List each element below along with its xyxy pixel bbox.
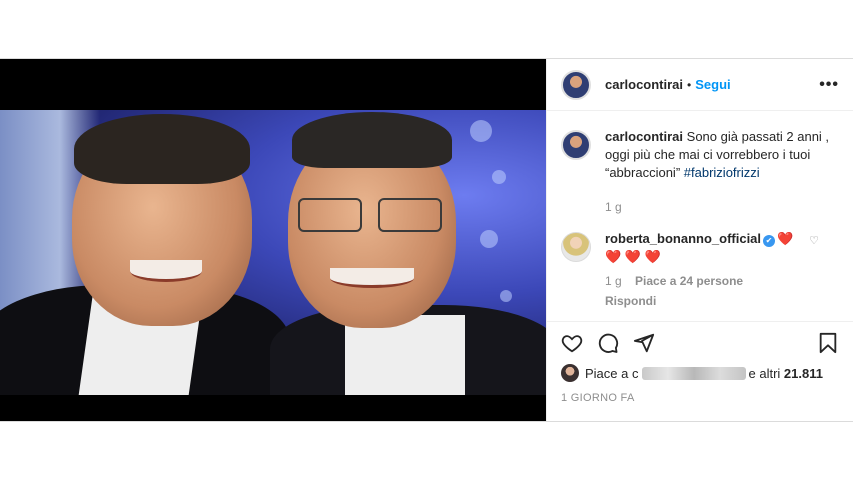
caption-avatar[interactable]: [561, 130, 591, 160]
caption-hashtag[interactable]: #fabriziofrizzi: [684, 165, 760, 180]
caption: carlocontirai Sono già passati 2 anni , …: [561, 128, 839, 216]
comment-time[interactable]: 1 g: [605, 274, 622, 288]
post-timestamp[interactable]: 1 GIORNO FA: [561, 392, 839, 404]
photo-bokeh: [480, 230, 498, 248]
separator-dot: •: [687, 77, 692, 92]
likes-suffix: e altri: [748, 365, 781, 381]
comment-likes[interactable]: Piace a 24 persone: [635, 274, 743, 288]
follow-button[interactable]: Segui: [695, 77, 730, 92]
author-username[interactable]: carlocontirai: [605, 77, 683, 92]
photo-bokeh: [470, 120, 492, 142]
photo-bokeh: [492, 170, 506, 184]
post-photo[interactable]: [0, 110, 546, 395]
more-options-icon[interactable]: •••: [819, 76, 839, 94]
heart-icon[interactable]: [561, 332, 583, 354]
post-actions: Piace a c e altri 21.811 1 GIORNO FA: [547, 321, 853, 404]
comments-section: carlocontirai Sono già passati 2 anni , …: [547, 112, 853, 320]
post-media[interactable]: [0, 59, 546, 421]
comment-like-icon[interactable]: ♡: [809, 234, 819, 247]
likes-prefix-tail: c: [632, 365, 639, 381]
post-header: carlocontirai • Segui •••: [547, 59, 853, 111]
reply-button[interactable]: Rispondi: [605, 292, 825, 310]
bookmark-icon[interactable]: [817, 332, 839, 354]
comment-icon[interactable]: [597, 332, 619, 354]
commenter-avatar[interactable]: [561, 232, 591, 262]
liker-avatar: [561, 364, 579, 382]
commenter-username[interactable]: roberta_bonanno_official: [605, 231, 761, 246]
blurred-username: [641, 366, 746, 380]
caption-time[interactable]: 1 g: [605, 200, 622, 214]
likes-count[interactable]: 21.811: [784, 366, 823, 381]
photo-bokeh: [500, 290, 512, 302]
post-sidebar: carlocontirai • Segui ••• carlocontirai …: [546, 59, 853, 421]
comment-text: ❤️ ❤️ ❤️: [605, 249, 661, 264]
instagram-post: carlocontirai • Segui ••• carlocontirai …: [0, 58, 853, 422]
caption-username[interactable]: carlocontirai: [605, 129, 683, 144]
comment-heart-inline: ❤️: [777, 231, 794, 246]
share-icon[interactable]: [633, 332, 655, 354]
author-avatar[interactable]: [561, 69, 591, 100]
verified-badge-icon: ✔: [763, 235, 776, 247]
likes-prefix: Piace a: [585, 365, 629, 381]
comment-item: roberta_bonanno_official ✔ ❤️ ❤️ ❤️ ❤️ 1 g…: [561, 230, 839, 310]
likes-summary[interactable]: Piace a c e altri 21.811: [561, 364, 839, 382]
